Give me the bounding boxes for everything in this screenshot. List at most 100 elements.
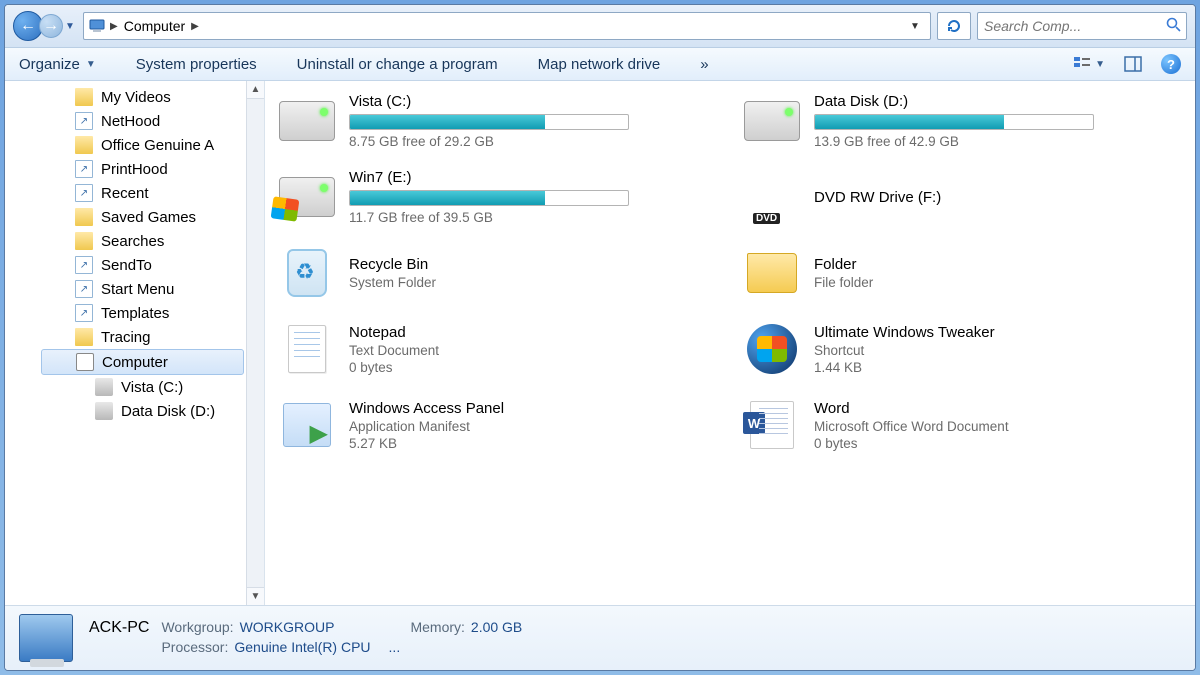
system-properties-button[interactable]: System properties <box>136 56 257 73</box>
nav-item[interactable]: Tracing <box>5 325 264 349</box>
breadcrumb-computer[interactable]: Computer ▶ <box>120 18 203 34</box>
nav-item[interactable]: ↗Recent <box>5 181 264 205</box>
shortcut-file-icon: ↗ <box>75 160 93 178</box>
details-processor-value: Genuine Intel(R) CPU <box>234 639 370 655</box>
organize-label: Organize <box>19 56 80 73</box>
refresh-button[interactable] <box>937 12 971 40</box>
nav-buttons: ← → ▼ <box>13 11 77 41</box>
explorer-window: ← → ▼ ▶ Computer ▶ ▼ Or <box>4 4 1196 671</box>
toolbar-right: ▼ ? <box>1073 54 1181 74</box>
history-dropdown[interactable]: ▼ <box>63 14 77 38</box>
tile-subtitle: File folder <box>814 275 873 290</box>
item-recycle-bin[interactable]: Recycle Bin System Folder <box>275 243 730 303</box>
usage-bar <box>349 190 629 206</box>
nav-scrollbar[interactable]: ▲ ▼ <box>246 81 264 605</box>
address-dropdown[interactable]: ▼ <box>908 21 928 32</box>
usage-bar <box>349 114 629 130</box>
chevron-down-icon: ▼ <box>1095 59 1105 70</box>
tile-title: Windows Access Panel <box>349 400 504 417</box>
nav-item[interactable]: Searches <box>5 229 264 253</box>
drive-dvd-rw-f[interactable]: DVD RW Drive (F:) <box>740 167 1195 227</box>
text-document-icon <box>279 321 335 377</box>
nav-label: Recent <box>101 185 149 202</box>
nav-label: Templates <box>101 305 169 322</box>
nav-label: Office Genuine A <box>101 137 214 154</box>
drive-win7-e[interactable]: Win7 (E:) 11.7 GB free of 39.5 GB <box>275 167 730 227</box>
nav-item[interactable]: ↗ Templates <box>5 301 264 325</box>
nav-item[interactable]: ↗ NetHood <box>5 109 264 133</box>
tile-size: 1.44 KB <box>814 360 995 375</box>
map-network-drive-button[interactable]: Map network drive <box>538 56 661 73</box>
item-folder[interactable]: Folder File folder <box>740 243 1195 303</box>
usage-bar <box>814 114 1094 130</box>
details-workgroup-label: Workgroup: <box>161 619 233 635</box>
shortcut-file-icon: ↗ <box>75 280 93 298</box>
shortcut-file-icon: ↗ <box>75 304 93 322</box>
scroll-down-button[interactable]: ▼ <box>247 587 264 605</box>
tile-title: Recycle Bin <box>349 256 436 273</box>
drive-data-disk-d[interactable]: Data Disk (D:) 13.9 GB free of 42.9 GB <box>740 91 1195 151</box>
nav-drive-d[interactable]: Data Disk (D:) <box>5 399 264 423</box>
tile-title: Data Disk (D:) <box>814 93 1094 110</box>
breadcrumb-label: Computer <box>124 18 185 34</box>
nav-computer[interactable]: Computer <box>41 349 244 375</box>
explorer-body: My Videos ↗ NetHood Office Genuine A ↗ PrintH… <box>5 81 1195 605</box>
change-view-button[interactable]: ▼ <box>1073 55 1105 73</box>
nav-item[interactable]: ↗ PrintHood <box>5 157 264 181</box>
content-pane: Vista (C:) 8.75 GB free of 29.2 GB Data … <box>265 81 1195 605</box>
drive-icon <box>95 402 113 420</box>
tile-subtitle: Text Document <box>349 343 439 358</box>
address-bar-row: ← → ▼ ▶ Computer ▶ ▼ <box>5 5 1195 48</box>
forward-button[interactable]: → <box>39 14 63 38</box>
tile-subtitle: 13.9 GB free of 42.9 GB <box>814 134 1094 149</box>
tile-title: Ultimate Windows Tweaker <box>814 324 995 341</box>
details-ellipsis[interactable]: ... <box>389 639 401 655</box>
search-icon[interactable] <box>1166 17 1181 36</box>
nav-label: NetHood <box>101 113 160 130</box>
nav-item[interactable]: Saved Games <box>5 205 264 229</box>
preview-pane-button[interactable] <box>1123 54 1143 74</box>
scroll-up-button[interactable]: ▲ <box>247 81 264 99</box>
nav-item[interactable]: My Videos <box>5 85 264 109</box>
nav-label: PrintHood <box>101 161 168 178</box>
drive-vista-c[interactable]: Vista (C:) 8.75 GB free of 29.2 GB <box>275 91 730 151</box>
computer-icon <box>76 353 94 371</box>
word-document-icon <box>744 397 800 453</box>
folder-icon <box>744 245 800 301</box>
drive-icon <box>95 378 113 396</box>
hard-drive-icon <box>744 93 800 149</box>
nav-drive-c[interactable]: Vista (C:) <box>5 375 264 399</box>
toolbar-overflow[interactable]: » <box>700 56 708 73</box>
uninstall-program-button[interactable]: Uninstall or change a program <box>297 56 498 73</box>
hard-drive-icon <box>279 93 335 149</box>
chevron-right-icon[interactable]: ▶ <box>110 21 118 32</box>
item-ultimate-windows-tweaker[interactable]: Ultimate Windows Tweaker Shortcut 1.44 K… <box>740 319 1195 379</box>
nav-item[interactable]: ↗SendTo <box>5 253 264 277</box>
shortcut-file-icon: ↗ <box>75 112 93 130</box>
nav-label: Tracing <box>101 329 150 346</box>
shortcut-file-icon: ↗ <box>75 256 93 274</box>
tile-title: DVD RW Drive (F:) <box>814 189 941 206</box>
item-word[interactable]: Word Microsoft Office Word Document 0 by… <box>740 395 1195 455</box>
dvd-drive-icon <box>744 169 800 225</box>
nav-label: Saved Games <box>101 209 196 226</box>
item-windows-access-panel[interactable]: Windows Access Panel Application Manifes… <box>275 395 730 455</box>
nav-label: Start Menu <box>101 281 174 298</box>
nav-label: My Videos <box>101 89 171 106</box>
details-computer-name: ACK-PC <box>89 619 149 637</box>
breadcrumb[interactable]: ▶ Computer ▶ ▼ <box>83 12 931 40</box>
search-box[interactable] <box>977 12 1187 40</box>
nav-label: Vista (C:) <box>121 379 183 396</box>
item-notepad[interactable]: Notepad Text Document 0 bytes <box>275 319 730 379</box>
tile-title: Vista (C:) <box>349 93 629 110</box>
organize-menu[interactable]: Organize ▼ <box>19 56 96 73</box>
nav-item[interactable]: ↗ Start Menu <box>5 277 264 301</box>
windows-orb-icon <box>744 321 800 377</box>
tile-title: Win7 (E:) <box>349 169 629 186</box>
chevron-right-icon[interactable]: ▶ <box>191 21 199 32</box>
folder-icon <box>75 208 93 226</box>
nav-item[interactable]: Office Genuine A <box>5 133 264 157</box>
help-button[interactable]: ? <box>1161 54 1181 74</box>
search-input[interactable] <box>984 18 1166 34</box>
application-manifest-icon <box>279 397 335 453</box>
